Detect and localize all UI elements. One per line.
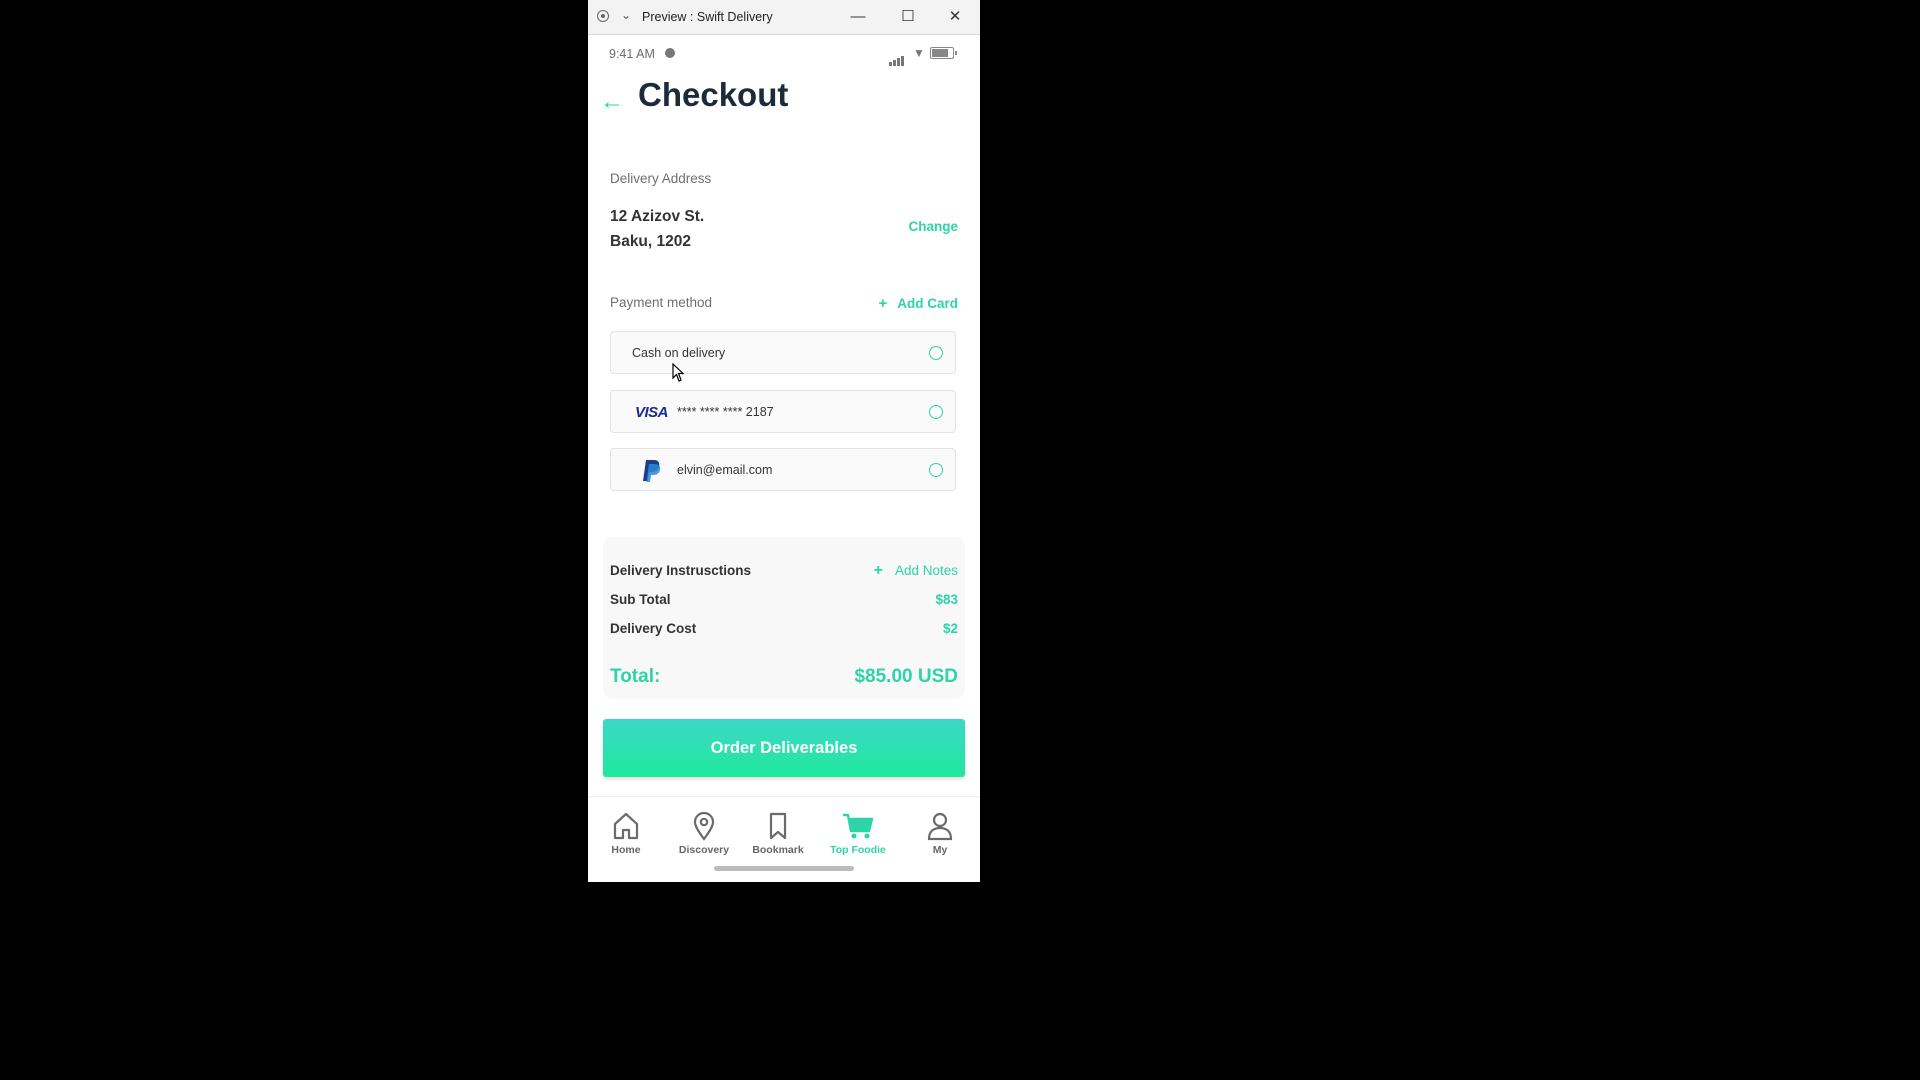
payment-option-label: elvin@email.com [677, 463, 773, 477]
plus-icon: + [878, 295, 888, 312]
address-line-1: 12 Azizov St. [610, 208, 705, 225]
visa-logo-icon: VISA [635, 404, 669, 421]
total-label: Total: [610, 666, 661, 687]
home-icon [613, 812, 639, 840]
status-time: 9:41 AM [609, 47, 655, 61]
delivery-address-label: Delivery Address [610, 171, 712, 186]
payment-option-label: Cash on delivery [632, 346, 726, 360]
tab-label: My [932, 844, 948, 856]
location-pin-icon [693, 811, 715, 841]
record-icon[interactable] [597, 10, 609, 22]
tab-top-foodie[interactable]: Top Foodie [823, 811, 893, 856]
tab-label: Home [611, 844, 641, 856]
delivery-cost-label: Delivery Cost [610, 621, 697, 636]
cart-icon [843, 813, 874, 839]
payment-option-paypal[interactable]: elvin@email.com [610, 448, 956, 491]
tab-home[interactable]: Home [591, 811, 661, 856]
wifi-icon: ▼ [913, 46, 925, 60]
delivery-cost-value: $2 [942, 621, 958, 636]
order-deliverables-button[interactable]: Order Deliverables [603, 719, 965, 777]
subtotal-value: $83 [935, 592, 958, 607]
window-title: Preview : Swift Delivery [642, 10, 773, 24]
paypal-logo-icon [643, 460, 661, 482]
add-card-button[interactable]: + Add Card [878, 295, 958, 312]
alarm-icon [665, 48, 675, 58]
tab-label: Bookmark [752, 844, 804, 856]
add-card-label: Add Card [897, 296, 958, 311]
payment-option-label: **** **** **** 2187 [677, 405, 774, 419]
radio-button[interactable] [929, 346, 943, 360]
home-indicator [714, 866, 854, 871]
minimize-icon[interactable]: — [846, 5, 870, 29]
payment-option-visa[interactable]: VISA **** **** **** 2187 [610, 390, 956, 433]
mouse-cursor-icon [672, 363, 685, 382]
tab-discovery[interactable]: Discovery [669, 811, 739, 856]
delivery-instructions-label: Delivery Instrusctions [610, 563, 752, 578]
change-address-button[interactable]: Change [908, 219, 958, 234]
back-arrow-icon[interactable]: ← [600, 90, 624, 114]
add-notes-label: Add Notes [894, 563, 958, 578]
delivery-address: 12 Azizov St. Baku, 1202 [610, 204, 704, 254]
subtotal-label: Sub Total [610, 592, 671, 607]
radio-button[interactable] [929, 463, 943, 477]
battery-icon [930, 47, 957, 59]
bookmark-icon [769, 812, 787, 840]
status-bar: 9:41 AM ▼ [588, 35, 980, 71]
total-value: $85.00 USD [854, 666, 958, 687]
user-icon [927, 812, 953, 841]
plus-icon: + [873, 562, 883, 579]
close-icon[interactable]: ✕ [943, 5, 967, 29]
tab-my[interactable]: My [905, 811, 975, 856]
signal-icon [889, 48, 905, 66]
maximize-icon[interactable]: ☐ [896, 5, 920, 29]
app-window: ⌄ Preview : Swift Delivery — ☐ ✕ 9:41 AM… [588, 0, 980, 882]
add-notes-button[interactable]: + Add Notes [874, 562, 958, 580]
tab-label: Top Foodie [830, 844, 886, 856]
tab-label: Discovery [678, 844, 730, 856]
address-line-2: Baku, 1202 [610, 233, 691, 250]
page-title: Checkout [638, 76, 789, 113]
radio-button[interactable] [929, 405, 943, 419]
chevron-down-icon[interactable]: ⌄ [621, 8, 631, 22]
payment-method-label: Payment method [610, 295, 713, 310]
window-titlebar: ⌄ Preview : Swift Delivery — ☐ ✕ [588, 0, 980, 35]
payment-option-cash[interactable]: Cash on delivery [610, 331, 956, 374]
tab-bookmark[interactable]: Bookmark [743, 811, 813, 856]
